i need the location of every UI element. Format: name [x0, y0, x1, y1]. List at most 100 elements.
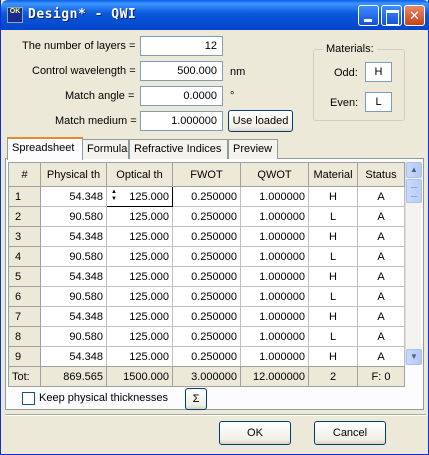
cell-material[interactable]: L [308, 206, 358, 227]
cell-physical[interactable]: 54.348 [40, 266, 107, 287]
col-index-header[interactable]: # [8, 162, 41, 187]
cell-status[interactable]: A [357, 186, 405, 207]
maximize-button[interactable] [381, 5, 402, 26]
cell-physical[interactable]: 90.580 [40, 326, 107, 347]
cell-status[interactable]: A [357, 306, 405, 327]
cell-fwot[interactable]: 0.250000 [172, 246, 241, 267]
tab-preview[interactable]: Preview [228, 139, 278, 159]
cell-fwot[interactable]: 0.250000 [172, 306, 241, 327]
cell-material[interactable]: H [308, 346, 358, 367]
table-row[interactable]: 4 90.580 125.000 0.250000 1.000000 L A [8, 246, 405, 267]
tab-refractive-indices[interactable]: Refractive Indices [129, 139, 228, 159]
cell-physical[interactable]: 54.348 [40, 226, 107, 247]
cell-optical[interactable]: 125.000 [106, 226, 173, 247]
table-row[interactable]: 8 90.580 125.000 0.250000 1.000000 L A [8, 326, 405, 347]
cell-qwot[interactable]: 1.000000 [240, 286, 309, 307]
table-row[interactable]: 6 90.580 125.000 0.250000 1.000000 L A [8, 286, 405, 307]
cell-optical[interactable]: 125.000 [106, 326, 173, 347]
footer-separator [5, 414, 426, 416]
scroll-down-icon[interactable]: ▼ [406, 349, 422, 365]
col-fwot-header[interactable]: FWOT [172, 162, 241, 187]
scroll-thumb[interactable] [406, 179, 422, 203]
cell-physical[interactable]: 54.348 [40, 186, 107, 207]
cell-fwot[interactable]: 0.250000 [172, 346, 241, 367]
cell-optical[interactable]: 125.000 [106, 346, 173, 367]
cell-fwot[interactable]: 0.250000 [172, 286, 241, 307]
table-scrollbar[interactable]: ▲ ▼ [405, 162, 422, 365]
cell-fwot[interactable]: 0.250000 [172, 206, 241, 227]
cell-physical[interactable]: 90.580 [40, 246, 107, 267]
table-row[interactable]: 7 54.348 125.000 0.250000 1.000000 H A [8, 306, 405, 327]
cell-optical[interactable]: 125.000 [106, 266, 173, 287]
cell-qwot[interactable]: 1.000000 [240, 346, 309, 367]
cell-material[interactable]: H [308, 186, 358, 207]
spin-arrows-icon[interactable]: ▲ ▼ [109, 189, 117, 204]
cell-status[interactable]: A [357, 286, 405, 307]
tab-spreadsheet[interactable]: Spreadsheet [7, 137, 83, 160]
cell-fwot[interactable]: 0.250000 [172, 266, 241, 287]
cancel-button[interactable]: Cancel [314, 421, 386, 445]
table-row[interactable]: 3 54.348 125.000 0.250000 1.000000 H A [8, 226, 405, 247]
cell-material[interactable]: L [308, 326, 358, 347]
cell-optical-editing[interactable]: ▲ ▼ 125.000 [106, 186, 173, 207]
layers-input[interactable]: 12 [140, 36, 223, 56]
odd-material-input[interactable]: H [365, 62, 392, 82]
cell-material[interactable]: L [308, 286, 358, 307]
cell-qwot[interactable]: 1.000000 [240, 306, 309, 327]
scroll-up-icon[interactable]: ▲ [406, 162, 422, 178]
cell-optical[interactable]: 125.000 [106, 286, 173, 307]
wavelength-input[interactable]: 500.000 [140, 61, 223, 81]
cell-qwot[interactable]: 1.000000 [240, 186, 309, 207]
cell-qwot[interactable]: 1.000000 [240, 206, 309, 227]
col-physical-header[interactable]: Physical th [40, 162, 107, 187]
total-qwot: 12.000000 [240, 366, 309, 387]
row-index: 6 [8, 286, 41, 307]
totals-row: Tot: 869.565 1500.000 3.000000 12.000000… [8, 366, 405, 387]
even-material-input[interactable]: L [365, 92, 392, 112]
cell-status[interactable]: A [357, 326, 405, 347]
cell-qwot[interactable]: 1.000000 [240, 226, 309, 247]
cell-qwot[interactable]: 1.000000 [240, 266, 309, 287]
layers-label: The number of layers = [22, 40, 136, 52]
title-bar[interactable]: OK Design* - QWI [1, 0, 429, 30]
totals-label: Tot: [8, 366, 41, 387]
ok-button[interactable]: OK [219, 421, 291, 445]
cell-fwot[interactable]: 0.250000 [172, 226, 241, 247]
use-loaded-button[interactable]: Use loaded [228, 110, 293, 132]
cell-physical[interactable]: 54.348 [40, 346, 107, 367]
cell-fwot[interactable]: 0.250000 [172, 326, 241, 347]
cell-optical[interactable]: 125.000 [106, 306, 173, 327]
minimize-button[interactable] [358, 5, 379, 26]
table-row[interactable]: 5 54.348 125.000 0.250000 1.000000 H A [8, 266, 405, 287]
table-row[interactable]: 2 90.580 125.000 0.250000 1.000000 L A [8, 206, 405, 227]
table-row[interactable]: 9 54.348 125.000 0.250000 1.000000 H A [8, 346, 405, 367]
cell-status[interactable]: A [357, 266, 405, 287]
cell-material[interactable]: H [308, 226, 358, 247]
cell-status[interactable]: A [357, 226, 405, 247]
keep-physical-checkbox[interactable] [22, 392, 35, 405]
cell-optical[interactable]: 125.000 [106, 206, 173, 227]
col-material-header[interactable]: Material [308, 162, 358, 187]
cell-status[interactable]: A [357, 346, 405, 367]
col-optical-header[interactable]: Optical th [106, 162, 173, 187]
tab-formula[interactable]: Formula [82, 139, 129, 159]
angle-input[interactable]: 0.0000 [140, 86, 223, 106]
table-row[interactable]: 1 54.348 ▲ ▼ 125.000 0.250000 1.000000 H A [8, 186, 405, 207]
cell-status[interactable]: A [357, 206, 405, 227]
cell-physical[interactable]: 90.580 [40, 286, 107, 307]
cell-qwot[interactable]: 1.000000 [240, 246, 309, 267]
medium-input[interactable]: 1.000000 [140, 111, 223, 131]
cell-qwot[interactable]: 1.000000 [240, 326, 309, 347]
col-qwot-header[interactable]: QWOT [240, 162, 309, 187]
cell-physical[interactable]: 90.580 [40, 206, 107, 227]
cell-fwot[interactable]: 0.250000 [172, 186, 241, 207]
cell-optical[interactable]: 125.000 [106, 246, 173, 267]
cell-material[interactable]: H [308, 266, 358, 287]
close-button[interactable] [404, 5, 425, 26]
col-status-header[interactable]: Status [357, 162, 405, 187]
cell-material[interactable]: H [308, 306, 358, 327]
sigma-button[interactable]: Σ [185, 388, 207, 410]
cell-material[interactable]: L [308, 246, 358, 267]
cell-physical[interactable]: 54.348 [40, 306, 107, 327]
cell-status[interactable]: A [357, 246, 405, 267]
